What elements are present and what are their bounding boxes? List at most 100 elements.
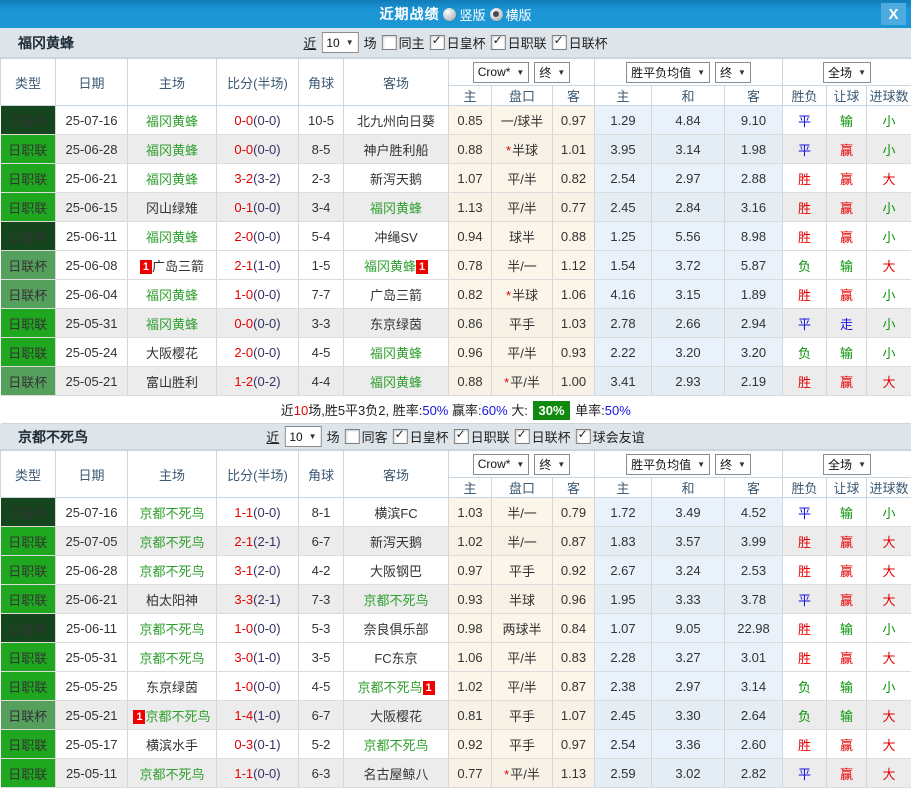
match-row: 日皇杯25-06-11京都不死鸟1-0(0-0)5-3奈良俱乐部0.98两球半0… bbox=[1, 614, 911, 643]
score-cell: 1-2(0-2) bbox=[217, 367, 299, 396]
away-team-name: FC东京 bbox=[374, 651, 417, 666]
competition-checkbox-日联杯[interactable]: 日联杯 bbox=[552, 33, 608, 52]
competition-checkbox-日职联[interactable]: 日职联 bbox=[491, 33, 547, 52]
asian-away-odds-cell: 0.93 bbox=[553, 338, 595, 367]
match-row: 日皇杯25-07-16福冈黄蜂0-0(0-0)10-5北九州向日葵0.85一/球… bbox=[1, 106, 911, 135]
handicap-cell: *平/半 bbox=[492, 759, 553, 788]
away-badge: 1 bbox=[423, 681, 435, 695]
match-result-cell: 负 bbox=[783, 251, 827, 280]
corners-cell: 4-5 bbox=[299, 672, 344, 701]
euro-final-select[interactable]: 终▼ bbox=[715, 454, 751, 475]
team-section-header: 福冈黄蜂近10▼场同主日皇杯日职联日联杯 bbox=[0, 28, 911, 58]
asian-home-odds-cell: 0.96 bbox=[449, 338, 492, 367]
sub-column-header: 让球 bbox=[827, 478, 867, 498]
column-header: 日期 bbox=[56, 59, 128, 106]
sub-column-header: 进球数 bbox=[867, 478, 911, 498]
euro-away-odds-cell: 9.10 bbox=[725, 106, 783, 135]
same-venue-checkbox[interactable]: 同客 bbox=[345, 427, 388, 446]
match-row: 日联杯25-06-081广岛三箭2-1(1-0)1-5福冈黄蜂10.78半/一1… bbox=[1, 251, 911, 280]
bookmaker-select[interactable]: Crow*▼ bbox=[473, 454, 530, 475]
checkbox-icon[interactable] bbox=[430, 35, 445, 50]
competition-type-cell: 日职联 bbox=[1, 309, 56, 338]
handicap-cell: 平/半 bbox=[492, 672, 553, 701]
asian-home-odds-cell: 0.88 bbox=[449, 367, 492, 396]
euro-average-select[interactable]: 胜平负均值▼ bbox=[626, 454, 710, 475]
layout-radio-horizontal[interactable]: 横版 bbox=[490, 5, 532, 24]
score-cell: 1-0(0-0) bbox=[217, 672, 299, 701]
checkbox-icon[interactable] bbox=[515, 429, 530, 444]
checkbox-icon[interactable] bbox=[345, 429, 360, 444]
score-cell: 1-0(0-0) bbox=[217, 280, 299, 309]
away-team-cell: 京都不死鸟 bbox=[344, 585, 449, 614]
checkbox-icon[interactable] bbox=[382, 35, 397, 50]
sub-column-header: 客 bbox=[553, 478, 595, 498]
match-result-cell: 胜 bbox=[783, 614, 827, 643]
euro-home-odds-cell: 3.41 bbox=[595, 367, 652, 396]
checkbox-icon[interactable] bbox=[454, 429, 469, 444]
home-team-name: 京都不死鸟 bbox=[139, 767, 204, 782]
same-venue-checkbox[interactable]: 同主 bbox=[382, 33, 425, 52]
handicap-result-cell: 赢 bbox=[827, 193, 867, 222]
euro-draw-odds-cell: 3.15 bbox=[652, 280, 725, 309]
competition-checkbox-日联杯[interactable]: 日联杯 bbox=[515, 427, 571, 446]
checkbox-icon[interactable] bbox=[552, 35, 567, 50]
euro-average-select[interactable]: 胜平负均值▼ bbox=[626, 62, 710, 83]
match-row: 日联杯25-05-211京都不死鸟1-4(1-0)6-7大阪樱花0.81平手1.… bbox=[1, 701, 911, 730]
handicap-result-cell: 赢 bbox=[827, 527, 867, 556]
corners-cell: 4-2 bbox=[299, 556, 344, 585]
column-header: 比分(半场) bbox=[217, 451, 299, 498]
goals-result-cell: 小 bbox=[867, 672, 911, 701]
summary-row: 近10场,胜5平3负2, 胜率:50% 赢率:60% 大: 30% 单率:50% bbox=[1, 396, 911, 424]
handicap-result-cell: 输 bbox=[827, 106, 867, 135]
home-team-cell: 横滨水手 bbox=[128, 730, 217, 759]
radio-horizontal-label: 横版 bbox=[506, 5, 532, 24]
match-count-select[interactable]: 10▼ bbox=[284, 426, 321, 447]
handicap-result-cell: 输 bbox=[827, 672, 867, 701]
full-match-select[interactable]: 全场▼ bbox=[823, 62, 871, 83]
competition-checkbox-日皇杯[interactable]: 日皇杯 bbox=[430, 33, 486, 52]
competition-type-cell: 日联杯 bbox=[1, 367, 56, 396]
close-icon[interactable]: X bbox=[881, 3, 906, 25]
asian-away-odds-cell: 0.96 bbox=[553, 585, 595, 614]
asian-away-odds-cell: 0.87 bbox=[553, 672, 595, 701]
layout-radio-vertical[interactable]: 竖版 bbox=[443, 5, 485, 24]
competition-checkbox-日皇杯[interactable]: 日皇杯 bbox=[393, 427, 449, 446]
checkbox-icon[interactable] bbox=[491, 35, 506, 50]
asian-odds-group-header: Crow*▼终▼ bbox=[449, 451, 595, 478]
score-cell: 3-3(2-1) bbox=[217, 585, 299, 614]
competition-type-cell: 日职联 bbox=[1, 672, 56, 701]
match-count-select[interactable]: 10▼ bbox=[321, 32, 358, 53]
radio-selected-icon[interactable] bbox=[490, 8, 503, 21]
sub-column-header: 进球数 bbox=[867, 86, 911, 106]
home-team-cell: 东京绿茵 bbox=[128, 672, 217, 701]
column-header: 角球 bbox=[299, 451, 344, 498]
match-date-cell: 25-06-28 bbox=[56, 135, 128, 164]
asian-final-select[interactable]: 终▼ bbox=[534, 62, 570, 83]
asian-final-select[interactable]: 终▼ bbox=[534, 454, 570, 475]
corners-cell: 4-5 bbox=[299, 338, 344, 367]
bookmaker-select[interactable]: Crow*▼ bbox=[473, 62, 530, 83]
away-team-name: 东京绿茵 bbox=[370, 317, 422, 332]
radio-icon[interactable] bbox=[443, 8, 456, 21]
competition-type-cell: 日皇杯 bbox=[1, 106, 56, 135]
goals-result-cell: 小 bbox=[867, 338, 911, 367]
away-team-name: 新泻天鹅 bbox=[370, 535, 422, 550]
asian-home-odds-cell: 0.77 bbox=[449, 759, 492, 788]
competition-checkbox-球会友谊[interactable]: 球会友谊 bbox=[576, 427, 645, 446]
asian-away-odds-cell: 0.82 bbox=[553, 164, 595, 193]
match-row: 日职联25-06-28福冈黄蜂0-0(0-0)8-5神户胜利船0.88*半球1.… bbox=[1, 135, 911, 164]
summary-text: 近 bbox=[281, 403, 294, 418]
title-group: 近期战绩 竖版 横版 bbox=[379, 4, 531, 24]
euro-away-odds-cell: 3.01 bbox=[725, 643, 783, 672]
away-team-name: 冲绳SV bbox=[374, 230, 417, 245]
competition-checkbox-日职联[interactable]: 日职联 bbox=[454, 427, 510, 446]
asian-away-odds-cell: 0.83 bbox=[553, 643, 595, 672]
checkbox-icon[interactable] bbox=[576, 429, 591, 444]
checkbox-icon[interactable] bbox=[393, 429, 408, 444]
near-label: 近 bbox=[303, 33, 316, 52]
home-team-cell: 京都不死鸟 bbox=[128, 498, 217, 527]
euro-final-select[interactable]: 终▼ bbox=[715, 62, 751, 83]
corners-cell: 2-3 bbox=[299, 164, 344, 193]
full-match-select[interactable]: 全场▼ bbox=[823, 454, 871, 475]
away-team-name: 北九州向日葵 bbox=[357, 114, 435, 129]
